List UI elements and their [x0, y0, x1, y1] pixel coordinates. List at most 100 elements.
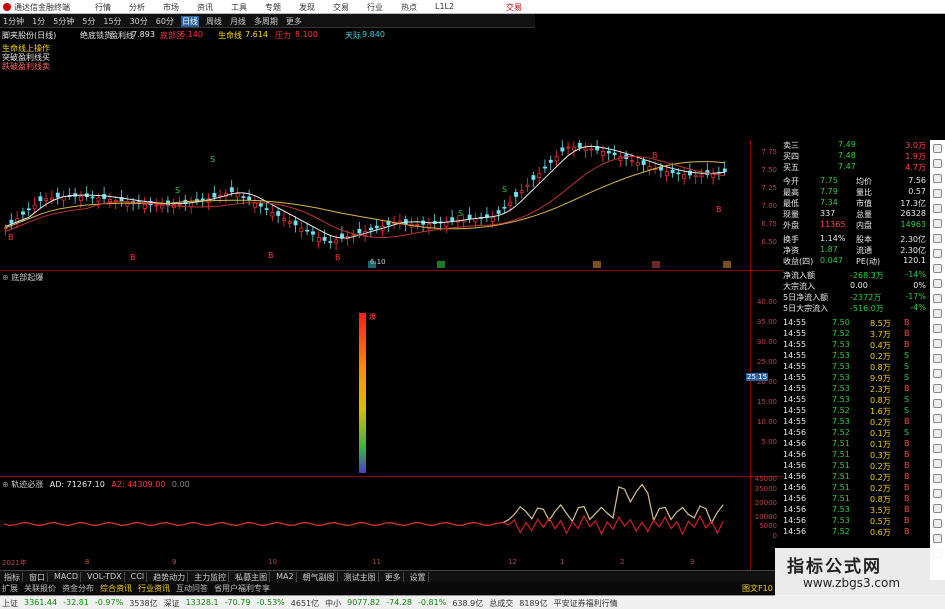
period-tab[interactable]: 1分: [31, 16, 46, 27]
order-book-row[interactable]: 买五 7.47 4.7万: [780, 162, 930, 173]
fund-flow-row[interactable]: 5日大宗流入 -516.0万 -4%: [780, 303, 930, 314]
tick-row[interactable]: 14:55 7.52 1.6万 S: [780, 406, 930, 417]
fund-flow-row[interactable]: 5日净流入额 -2372万 -17%: [780, 292, 930, 303]
period-tab[interactable]: 1分钟: [2, 16, 25, 27]
tick-row[interactable]: 14:56 7.51 0.1万 B: [780, 439, 930, 450]
quote-stat-row[interactable]: 最低 7.34 市值 17.3亿: [780, 198, 930, 209]
toolbar-tool-icon[interactable]: [933, 429, 942, 438]
period-tab[interactable]: 5分钟: [52, 16, 75, 27]
fund-flow-row[interactable]: 大宗流入 0.00 0%: [780, 281, 930, 292]
f10-tab[interactable]: 图文F10: [742, 583, 773, 594]
toolbar-tool-icon[interactable]: [933, 279, 942, 288]
toolbar-tool-icon[interactable]: [933, 294, 942, 303]
menu-item[interactable]: 交易: [333, 2, 349, 13]
info-tab[interactable]: 省用户福利专享: [214, 583, 270, 594]
sh-index-label[interactable]: 上证: [2, 598, 18, 609]
menu-item[interactable]: 行业: [367, 2, 383, 13]
tick-row[interactable]: 14:56 7.51 0.2万 B: [780, 483, 930, 494]
info-tab[interactable]: 互动问答: [176, 583, 208, 594]
quote-stat-row[interactable]: 换手 1.14% 股本 2.30亿: [780, 234, 930, 245]
tick-row[interactable]: 14:56 7.51 0.3万 B: [780, 450, 930, 461]
period-tab[interactable]: 多周期: [253, 16, 279, 27]
period-tab[interactable]: 月线: [229, 16, 247, 27]
toolbar-tool-icon[interactable]: [933, 159, 942, 168]
stock-name[interactable]: 脚夹股份(日线): [2, 30, 56, 41]
toolbar-tool-icon[interactable]: [933, 309, 942, 318]
toolbar-tool-icon[interactable]: [933, 249, 942, 258]
toolbar-tool-icon[interactable]: [933, 444, 942, 453]
toolbar-tool-icon[interactable]: [933, 234, 942, 243]
tick-row[interactable]: 14:55 7.52 3.7万 B: [780, 329, 930, 340]
tick-row[interactable]: 14:56 7.53 3.5万 B: [780, 505, 930, 516]
menu-item[interactable]: 发现: [299, 2, 315, 13]
trajectory-panel[interactable]: [0, 477, 750, 557]
tick-row[interactable]: 14:56 7.52 0.1万 S: [780, 428, 930, 439]
candlestick-chart[interactable]: SS SSBB B BBB 6.10: [0, 140, 750, 270]
toolbar-tool-icon[interactable]: [933, 219, 942, 228]
toolbar-tool-icon[interactable]: [933, 174, 942, 183]
menu-item[interactable]: 分析: [129, 2, 145, 13]
menu-item[interactable]: 市场: [163, 2, 179, 13]
toolbar-tool-icon[interactable]: [933, 504, 942, 513]
toolbar-tool-icon[interactable]: [933, 384, 942, 393]
quote-stat-row[interactable]: 收益(四) 0.047 PE(动) 120.1: [780, 256, 930, 267]
zx-index-label[interactable]: 中小: [325, 598, 341, 609]
bottom-burst-panel[interactable]: 爆: [0, 271, 750, 476]
quote-stat-row[interactable]: 最高 7.79 量比 0.57: [780, 187, 930, 198]
menu-item[interactable]: 资讯: [197, 2, 213, 13]
toolbar-tool-icon[interactable]: [933, 369, 942, 378]
toolbar-tool-icon[interactable]: [933, 144, 942, 153]
quote-stat-row[interactable]: 现量 337 总量 26328: [780, 209, 930, 220]
menu-item[interactable]: L1L2: [435, 2, 454, 13]
tick-row[interactable]: 14:55 7.53 0.2万 S: [780, 351, 930, 362]
info-tab[interactable]: 扩展: [2, 583, 18, 594]
quote-stat-row[interactable]: 外盘 11365 内盘 14963: [780, 220, 930, 231]
period-tab[interactable]: 日线: [180, 16, 199, 27]
period-tab[interactable]: 15分: [102, 16, 122, 27]
toolbar-tool-icon[interactable]: [933, 399, 942, 408]
order-book-row[interactable]: 卖三 7.49 3.0万: [780, 140, 930, 151]
tick-row[interactable]: 14:56 7.51 0.2万 B: [780, 472, 930, 483]
info-tab[interactable]: 资金分布: [62, 583, 94, 594]
toolbar-tool-icon[interactable]: [933, 474, 942, 483]
tick-row[interactable]: 14:56 7.51 0.8万 B: [780, 494, 930, 505]
toolbar-tool-icon[interactable]: [933, 204, 942, 213]
tick-row[interactable]: 14:55 7.53 0.8万 S: [780, 395, 930, 406]
sz-index-label[interactable]: 深证: [164, 598, 180, 609]
toolbar-tool-icon[interactable]: [933, 324, 942, 333]
tick-row[interactable]: 14:56 7.53 0.5万 B: [780, 516, 930, 527]
info-tab[interactable]: 综合资讯: [100, 583, 132, 594]
quote-stat-row[interactable]: 净资 1.87 流通 2.30亿: [780, 245, 930, 256]
toolbar-tool-icon[interactable]: [933, 459, 942, 468]
info-tab[interactable]: 行业资讯: [138, 583, 170, 594]
menu-item[interactable]: 热点: [401, 2, 417, 13]
period-tab[interactable]: 周线: [205, 16, 223, 27]
tick-row[interactable]: 14:55 7.53 9.9万 S: [780, 373, 930, 384]
toolbar-tool-icon[interactable]: [933, 339, 942, 348]
menu-item[interactable]: 专题: [265, 2, 281, 13]
toolbar-tool-icon[interactable]: [933, 264, 942, 273]
period-tab[interactable]: 更多: [285, 16, 303, 27]
tick-row[interactable]: 14:56 7.52 0.6万 B: [780, 527, 930, 538]
tick-row[interactable]: 14:55 7.53 2.3万 B: [780, 384, 930, 395]
tick-row[interactable]: 14:55 7.53 0.8万 S: [780, 362, 930, 373]
menu-item[interactable]: 行情: [95, 2, 111, 13]
trade-button[interactable]: 交易: [506, 2, 522, 13]
fund-flow-row[interactable]: 净流入额 -268.3万 -14%: [780, 270, 930, 281]
period-tab[interactable]: 30分: [129, 16, 149, 27]
toolbar-tool-icon[interactable]: [933, 414, 942, 423]
tick-row[interactable]: 14:55 7.50 8.5万 B: [780, 318, 930, 329]
tick-row[interactable]: 14:56 7.51 0.2万 B: [780, 461, 930, 472]
toolbar-tool-icon[interactable]: [933, 519, 942, 528]
toolbar-tool-icon[interactable]: [933, 534, 942, 543]
quote-stat-row[interactable]: 今开 7.75 均价 7.56: [780, 176, 930, 187]
toolbar-tool-icon[interactable]: [933, 189, 942, 198]
period-tab[interactable]: 60分: [155, 16, 175, 27]
info-tab[interactable]: 关联报价: [24, 583, 56, 594]
tick-row[interactable]: 14:55 7.53 0.4万 B: [780, 340, 930, 351]
period-tab[interactable]: 5分: [81, 16, 96, 27]
order-book-row[interactable]: 买四 7.48 1.9万: [780, 151, 930, 162]
toolbar-tool-icon[interactable]: [933, 489, 942, 498]
menu-item[interactable]: 工具: [231, 2, 247, 13]
tick-row[interactable]: 14:55 7.53 0.2万 B: [780, 417, 930, 428]
